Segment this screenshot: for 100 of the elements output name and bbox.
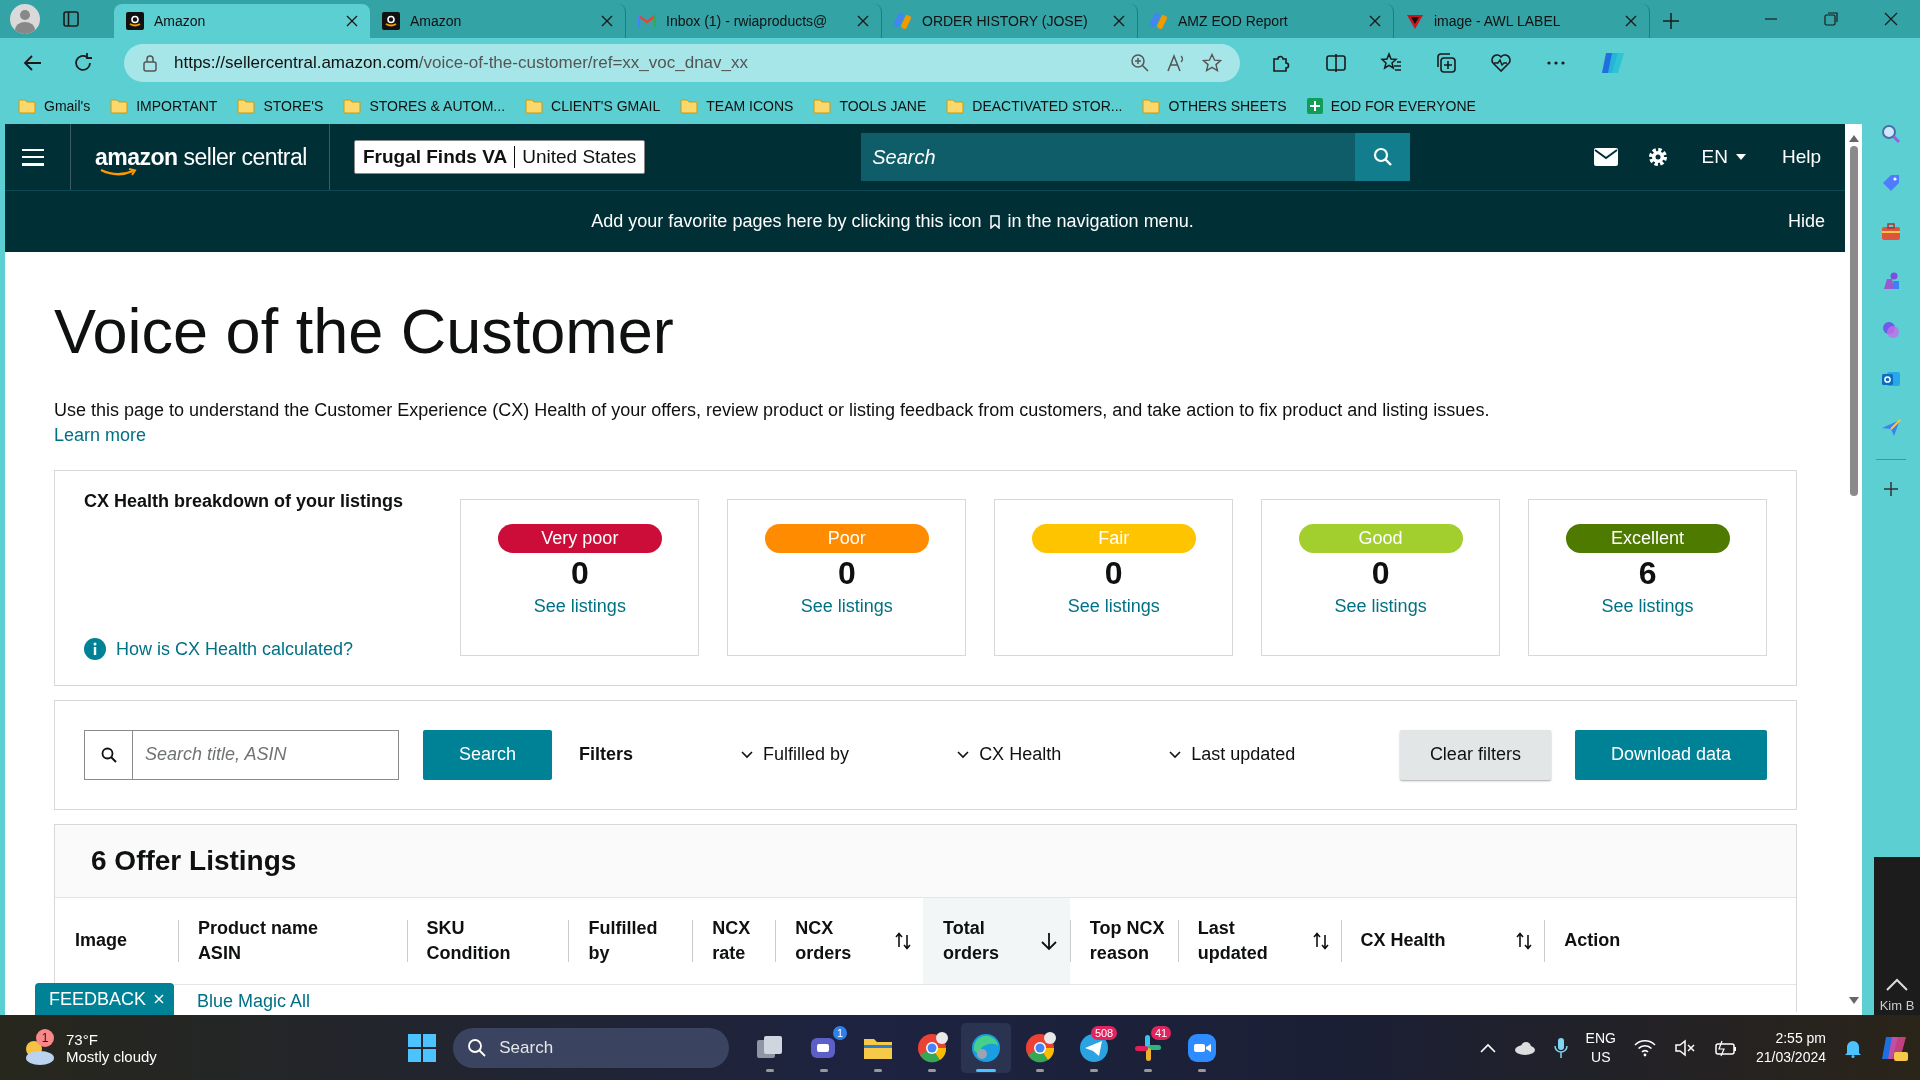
store-selector[interactable]: Frugal Finds VA United States: [353, 140, 646, 174]
sort-icon[interactable]: [1312, 930, 1329, 951]
filter-dropdown[interactable]: Last updated: [1191, 744, 1296, 766]
cx-health-info-link[interactable]: How is CX Health calculated?: [116, 638, 354, 660]
add-icon[interactable]: [1883, 481, 1899, 497]
weather-widget[interactable]: 1 73°F Mostly cloudy: [22, 1028, 157, 1067]
video-preview-panel[interactable]: Kim B: [1874, 857, 1920, 1015]
product-name-link[interactable]: Blue Magic All: [197, 990, 311, 1011]
taskbar-search-field[interactable]: Search: [453, 1027, 730, 1068]
close-icon[interactable]: [1884, 12, 1898, 26]
column-header: NCX rate: [692, 897, 776, 984]
feedback-tab[interactable]: FEEDBACK: [35, 983, 175, 1015]
chevron-down-icon[interactable]: [741, 750, 754, 759]
scroll-down-icon[interactable]: [1848, 997, 1859, 1005]
cloud-icon[interactable]: [1513, 1040, 1536, 1055]
browser-tab[interactable]: Inbox (1) - rwiaproducts@: [626, 4, 882, 38]
browser-tab[interactable]: AMZ EOD Report: [1138, 4, 1394, 38]
search-button[interactable]: [1355, 133, 1411, 181]
bookmark[interactable]: Gmail's: [18, 98, 91, 114]
close-icon[interactable]: [346, 15, 358, 27]
address-bar[interactable]: https://sellercentral.amazon.com/voice-of-the-customer/ref=xx_voc_dnav_xx: [124, 44, 1240, 82]
filter-dropdown[interactable]: CX Health: [979, 744, 1062, 766]
browser-tab[interactable]: Amazon: [370, 4, 626, 38]
taskbar-app[interactable]: [961, 1022, 1012, 1073]
column-header[interactable]: CX Health: [1340, 897, 1545, 984]
menu-icon[interactable]: [22, 148, 44, 166]
scrollbar[interactable]: [1845, 124, 1862, 1015]
see-listings-link[interactable]: See listings: [1334, 596, 1427, 618]
battery-icon[interactable]: [1713, 1038, 1738, 1057]
restore-icon[interactable]: [1824, 12, 1838, 26]
tab-actions-icon[interactable]: [62, 10, 80, 28]
new-tab-icon[interactable]: [1662, 12, 1680, 30]
column-header[interactable]: NCX orders: [775, 897, 924, 984]
taskbar-app[interactable]: 1: [799, 1022, 850, 1073]
bookmark[interactable]: DEACTIVATED STOR...: [946, 98, 1123, 114]
star-icon[interactable]: [1202, 53, 1222, 73]
search-field[interactable]: Search title, ASIN: [133, 729, 399, 780]
input-language[interactable]: ENG US: [1585, 1028, 1616, 1067]
column-header[interactable]: Last updated: [1177, 897, 1341, 984]
search-button[interactable]: Search: [423, 729, 553, 780]
taskbar-app[interactable]: 41: [1123, 1022, 1174, 1073]
close-icon[interactable]: [1369, 15, 1381, 27]
reload-icon[interactable]: [72, 52, 94, 74]
search-icon-button[interactable]: [84, 729, 133, 780]
see-listings-link[interactable]: See listings: [800, 596, 893, 618]
bookmark[interactable]: IMPORTANT: [110, 98, 218, 114]
see-listings-link[interactable]: See listings: [1067, 596, 1160, 618]
close-icon[interactable]: [1625, 15, 1637, 27]
help-link[interactable]: Help: [1781, 146, 1821, 168]
wifi-icon[interactable]: [1633, 1038, 1656, 1057]
bookmark[interactable]: EOD FOR EVERYONE: [1306, 98, 1476, 114]
sort-icon[interactable]: [1516, 930, 1533, 951]
split-screen-icon[interactable]: [1325, 52, 1347, 74]
favorites-icon[interactable]: [1380, 52, 1402, 74]
bookmark[interactable]: CLIENT'S GMAIL: [525, 98, 661, 114]
close-icon[interactable]: [857, 15, 869, 27]
zoom-icon[interactable]: [1130, 53, 1150, 73]
close-icon[interactable]: [1113, 15, 1125, 27]
bookmark[interactable]: OTHERS SHEETS: [1142, 98, 1287, 114]
swirl-icon[interactable]: [1881, 320, 1901, 340]
microphone-icon[interactable]: [1553, 1036, 1568, 1059]
collections-icon[interactable]: [1435, 52, 1457, 74]
start-icon[interactable]: [407, 1032, 438, 1063]
chevron-up-icon[interactable]: [1885, 978, 1909, 992]
speaker-muted-icon[interactable]: [1673, 1038, 1696, 1057]
app-icon: [1024, 1031, 1057, 1064]
browser-tab[interactable]: Amazon: [114, 4, 370, 38]
scroll-up-icon[interactable]: [1848, 134, 1859, 142]
language-selector[interactable]: EN: [1695, 145, 1752, 169]
folder-icon: [1142, 98, 1161, 114]
close-icon[interactable]: [601, 15, 613, 27]
column-header[interactable]: Total orders: [923, 897, 1070, 984]
bookmark[interactable]: STORES & AUTOM...: [343, 98, 505, 114]
mail-app-icon[interactable]: [1881, 369, 1901, 389]
filter-dropdown[interactable]: Fulfilled by: [763, 744, 850, 766]
clock[interactable]: 2:55 pm 21/03/2024: [1755, 1028, 1826, 1067]
browser-tab[interactable]: ORDER HISTORY (JOSE): [882, 4, 1138, 38]
briefcase-icon[interactable]: [1881, 222, 1901, 242]
download-data-button[interactable]: Download data: [1574, 729, 1767, 780]
bookmark[interactable]: TEAM ICONS: [680, 98, 794, 114]
heartbeat-icon[interactable]: [1490, 52, 1512, 74]
search-icon[interactable]: [1881, 124, 1901, 144]
browser-tab[interactable]: image - AWL LABEL: [1394, 4, 1650, 38]
learn-more-link[interactable]: Learn more: [54, 424, 147, 445]
clear-filters-button[interactable]: Clear filters: [1399, 729, 1551, 780]
see-listings-link[interactable]: See listings: [533, 596, 626, 618]
hide-link[interactable]: Hide: [1788, 211, 1825, 232]
arrow-down-icon[interactable]: [1039, 930, 1058, 951]
chevron-down-icon[interactable]: [957, 750, 970, 759]
bookmark[interactable]: TOOLS JANE: [813, 98, 927, 114]
chevron-down-icon[interactable]: [1169, 750, 1182, 759]
sort-icon[interactable]: [895, 930, 912, 951]
search-field[interactable]: Search: [861, 133, 1356, 181]
bookmark[interactable]: STORE'S: [237, 98, 324, 114]
scroll-thumb[interactable]: [1849, 146, 1858, 496]
chess-piece-icon[interactable]: [1881, 271, 1901, 291]
read-aloud-icon[interactable]: [1166, 53, 1186, 73]
see-listings-link[interactable]: See listings: [1601, 596, 1694, 618]
taskbar-app[interactable]: 508: [1069, 1022, 1120, 1073]
mail-icon[interactable]: [1593, 148, 1618, 166]
